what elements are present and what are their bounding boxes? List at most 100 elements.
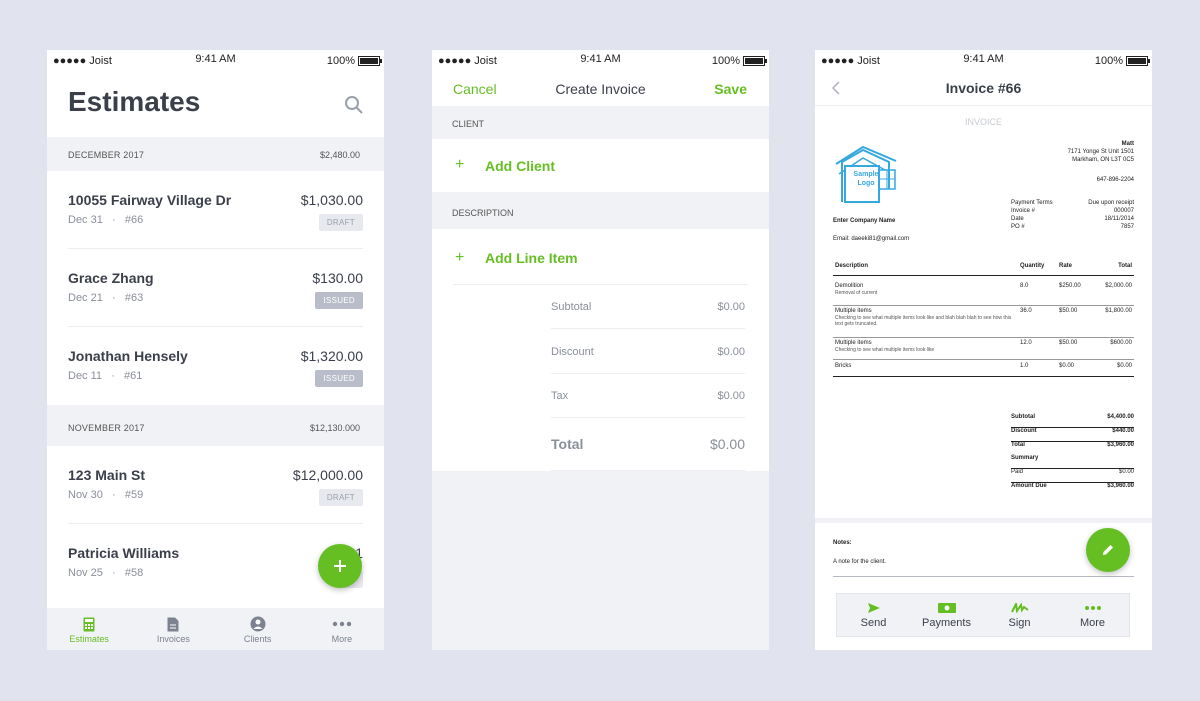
estimate-name: Jonathan Hensely xyxy=(68,348,188,364)
estimate-amount: $12,000.00 xyxy=(292,467,363,483)
estimate-meta: Dec 11 · #61 xyxy=(68,370,143,382)
edit-invoice-button[interactable] xyxy=(1086,528,1130,572)
estimate-name: 10055 Fairway Village Dr xyxy=(68,192,232,208)
battery-icon xyxy=(358,56,382,66)
battery-status: 100% xyxy=(1094,55,1150,67)
tab-label: Clients xyxy=(243,634,272,644)
company-name: Enter Company Name xyxy=(833,218,896,224)
description-section-label: DESCRIPTION xyxy=(452,208,514,218)
company-email: Email: daeeki81@gmail.com xyxy=(833,236,910,242)
payments-button[interactable]: Payments xyxy=(910,594,983,636)
add-line-item-button[interactable]: + Add Line Item xyxy=(432,229,769,285)
ellipsis-icon xyxy=(1084,606,1101,610)
estimate-name: Grace Zhang xyxy=(68,270,154,286)
section-header-november: NOVEMBER 2017 $12,130.000 xyxy=(47,410,384,444)
tab-clients[interactable]: Clients xyxy=(216,608,300,650)
page-title: Invoice #66 xyxy=(945,80,1022,96)
logo-text: Sample Logo xyxy=(853,171,879,187)
subtotal-value: $0.00 xyxy=(717,301,745,313)
divider xyxy=(833,576,1134,577)
battery-status: 100% xyxy=(326,55,382,67)
sender-address: Matt 7171 Yonge St Unit 1501 Markham, ON… xyxy=(1067,141,1134,183)
line-item-row: Bricks 1.0 $0.00 $0.00 xyxy=(833,362,1134,377)
invoice-document: INVOICE Sample Logo Enter Company Name E… xyxy=(815,106,1152,518)
estimate-meta: Dec 31 · #66 xyxy=(68,214,144,226)
save-button[interactable]: Save xyxy=(714,81,747,97)
total-row: Total $0.00 xyxy=(551,418,745,471)
notes-text: A note for the client. xyxy=(833,559,887,565)
calculator-icon xyxy=(83,617,95,631)
sign-button[interactable]: Sign xyxy=(983,594,1056,636)
estimate-meta: Nov 25 · #58 xyxy=(68,567,144,579)
nav-bar: Cancel Create Invoice Save xyxy=(432,72,769,106)
subtotal-row: Subtotal $0.00 xyxy=(551,285,745,329)
estimate-name: Patricia Williams xyxy=(68,545,180,561)
section-total: $12,130.000 xyxy=(309,423,360,433)
battery-percent: 100% xyxy=(1094,55,1123,67)
estimate-meta: Nov 30 · #59 xyxy=(68,489,144,501)
estimates-screen: ●●●●● Joist 9:41 AM 100% Estimates DECEM… xyxy=(47,50,384,650)
action-label: Sign xyxy=(1008,617,1031,629)
plus-icon: + xyxy=(455,249,465,266)
status-badge: ISSUED xyxy=(315,292,363,309)
action-label: Send xyxy=(860,617,887,629)
action-bar: Send Payments Sign More xyxy=(836,593,1130,637)
tax-value: $0.00 xyxy=(717,390,745,402)
line-item-row: Demolition Removal of current 8.0 $250.0… xyxy=(833,281,1134,306)
page-header: Estimates xyxy=(47,72,384,137)
client-section-label: CLIENT xyxy=(452,119,485,129)
nav-bar: Invoice #66 xyxy=(815,72,1152,106)
estimate-row[interactable]: Grace Zhang Dec 21 · #63 $130.00 ISSUED xyxy=(47,249,384,327)
invoice-terms: Payment Terms Due upon receipt Invoice #0… xyxy=(1011,200,1134,230)
discount-row[interactable]: Discount $0.00 xyxy=(551,330,745,374)
plus-icon xyxy=(334,560,346,572)
tab-label: Estimates xyxy=(69,634,109,644)
plus-icon: + xyxy=(455,156,465,173)
estimate-amount: $1,320.00 xyxy=(300,348,363,364)
status-bar: ●●●●● Joist 9:41 AM 100% xyxy=(432,50,769,72)
estimate-row[interactable]: 10055 Fairway Village Dr Dec 31 · #66 $1… xyxy=(47,171,384,249)
line-item-row: Multiple items Checking to see what mult… xyxy=(833,339,1134,360)
tab-bar: Estimates Invoices Clients More xyxy=(47,608,384,650)
tab-invoices[interactable]: Invoices xyxy=(131,608,215,650)
estimate-amount: $130.00 xyxy=(312,270,363,286)
estimate-meta: Dec 21 · #63 xyxy=(68,292,144,304)
status-bar: ●●●●● Joist 9:41 AM 100% xyxy=(815,50,1152,72)
estimate-amount: $1,030.00 xyxy=(300,192,363,208)
battery-percent: 100% xyxy=(711,55,740,67)
action-label: Payments xyxy=(922,617,971,629)
invoice-detail-screen: ●●●●● Joist 9:41 AM 100% Invoice #66 INV… xyxy=(815,50,1152,650)
discount-value: $0.00 xyxy=(717,346,745,358)
person-icon xyxy=(250,616,266,632)
total-label: Total xyxy=(551,436,584,452)
status-badge: DRAFT xyxy=(318,489,363,506)
battery-percent: 100% xyxy=(326,55,355,67)
estimate-row[interactable]: Jonathan Hensely Dec 11 · #61 $1,320.00 … xyxy=(47,327,384,405)
description-panel: + Add Line Item Subtotal $0.00 Discount … xyxy=(432,229,769,471)
more-button[interactable]: More xyxy=(1056,594,1129,636)
subtotal-label: Subtotal xyxy=(551,301,592,313)
invoice-totals: Subtotal $4,400.00 Discount $440.00 Total $… xyxy=(1011,414,1134,489)
notes-label: Notes: xyxy=(833,540,852,546)
invoice-heading: INVOICE xyxy=(964,117,1002,127)
send-button[interactable]: Send xyxy=(837,594,910,636)
tab-more[interactable]: More xyxy=(300,608,384,650)
document-icon xyxy=(167,617,179,631)
battery-icon xyxy=(743,56,767,66)
status-badge: ISSUED xyxy=(315,370,363,387)
estimate-row[interactable]: 123 Main St Nov 30 · #59 $12,000.00 DRAF… xyxy=(47,446,384,524)
page-title: Estimates xyxy=(68,86,201,117)
add-estimate-button[interactable] xyxy=(318,544,362,588)
create-invoice-screen: ●●●●● Joist 9:41 AM 100% Cancel Create I… xyxy=(432,50,769,650)
action-label: More xyxy=(1079,617,1106,629)
status-bar: ●●●●● Joist 9:41 AM 100% xyxy=(47,50,384,72)
section-total: $2,480.00 xyxy=(319,150,360,160)
line-items-header: Description Quantity Rate Total xyxy=(833,263,1134,276)
cash-icon xyxy=(937,603,956,613)
search-icon[interactable] xyxy=(344,95,364,115)
status-badge: DRAFT xyxy=(318,214,363,231)
add-client-button[interactable]: + Add Client xyxy=(432,139,769,192)
add-client-label: Add Client xyxy=(485,158,555,174)
tax-row[interactable]: Tax $0.00 xyxy=(551,374,745,418)
tab-estimates[interactable]: Estimates xyxy=(47,608,131,650)
